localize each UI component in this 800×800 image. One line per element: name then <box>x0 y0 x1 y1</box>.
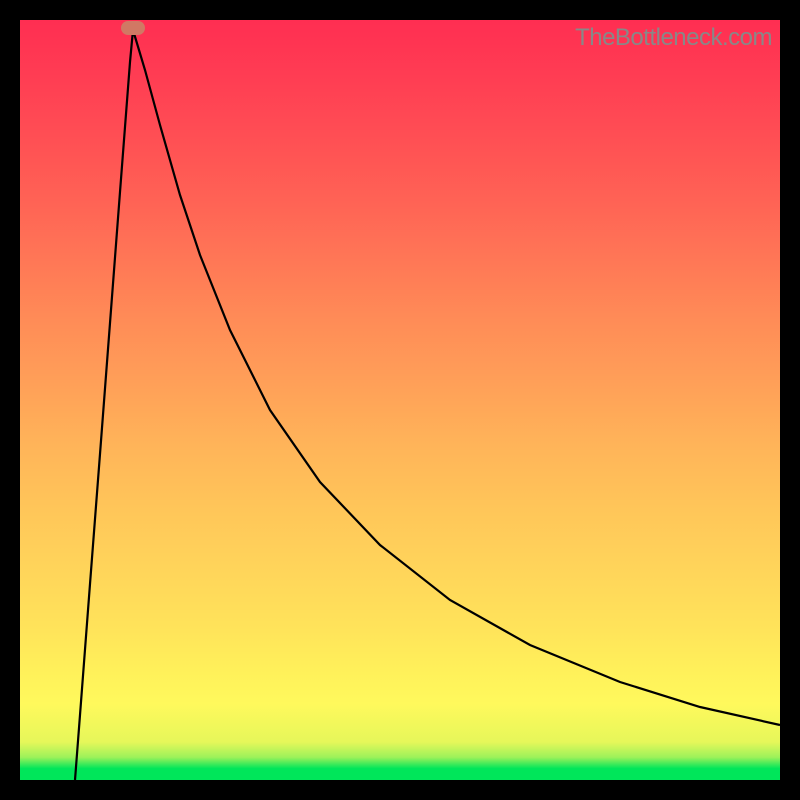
curve-svg <box>20 20 780 780</box>
bottleneck-curve <box>75 30 780 780</box>
minimum-marker <box>121 21 145 35</box>
plot-area: TheBottleneck.com <box>20 20 780 780</box>
chart-container: TheBottleneck.com <box>0 0 800 800</box>
